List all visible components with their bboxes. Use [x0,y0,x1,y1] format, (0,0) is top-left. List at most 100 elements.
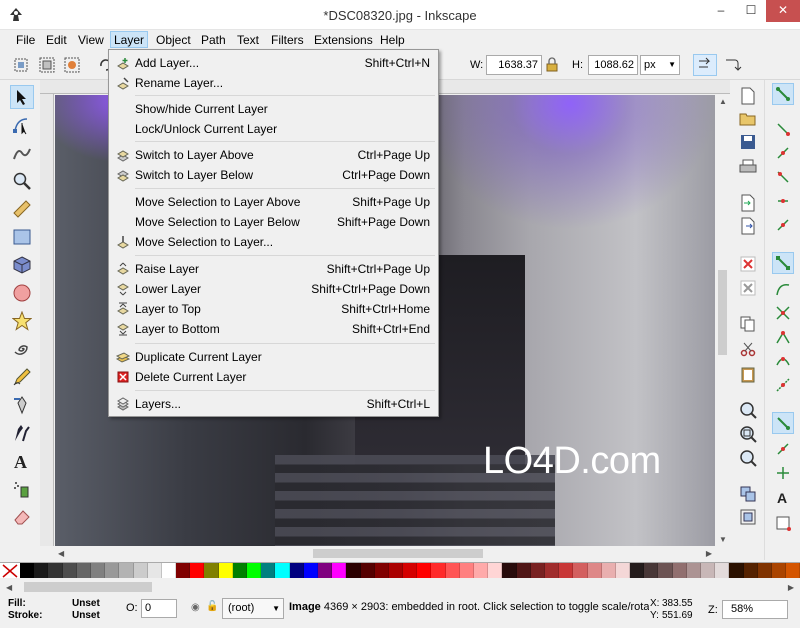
width-input[interactable]: 1638.37 [486,55,542,75]
redo-button[interactable] [739,279,757,297]
color-swatch[interactable] [147,563,162,579]
menu-item-layer-to-bottom[interactable]: Layer to Bottom Shift+Ctrl+End [111,319,436,339]
stroke-value[interactable]: Unset [72,610,100,621]
menu-item-delete-current-layer[interactable]: Delete Current Layer [111,367,436,387]
scale-stroke-toggle[interactable] [693,54,717,76]
minimize-button[interactable]: – [706,0,736,22]
star-tool[interactable] [10,309,34,333]
color-swatch[interactable] [317,563,333,579]
color-swatch[interactable] [559,563,574,579]
vertical-ruler[interactable] [40,94,54,546]
color-swatch[interactable] [445,563,460,579]
invert-selection-icon[interactable] [63,56,81,74]
scroll-left-arrow-icon[interactable]: ◀ [58,549,64,558]
color-swatch[interactable] [715,563,730,579]
menu-item-duplicate-current-layer[interactable]: Duplicate Current Layer [111,347,436,367]
menu-item-add-layer[interactable]: Add Layer... Shift+Ctrl+N [111,53,436,73]
menu-item-move-selection-to-layer[interactable]: Move Selection to Layer... [111,232,436,252]
color-swatch[interactable] [247,563,262,579]
scroll-up-arrow-icon[interactable]: ▲ [719,97,727,106]
color-swatch[interactable] [275,563,290,579]
menu-filters[interactable]: Filters [268,32,307,49]
color-swatch[interactable] [672,563,687,579]
color-swatch[interactable] [757,563,772,579]
color-swatch[interactable] [388,563,404,579]
snap-bbox-corner-toggle[interactable] [772,166,794,188]
spray-tool[interactable] [10,477,34,501]
select-all-icon[interactable] [12,56,30,74]
new-document-button[interactable] [739,87,757,105]
color-swatch[interactable] [204,563,219,579]
menu-item-raise-layer[interactable]: Raise Layer Shift+Ctrl+Page Up [111,259,436,279]
color-swatch[interactable] [105,563,120,579]
menu-file[interactable]: File [13,32,38,49]
group-button[interactable] [739,508,757,526]
menu-item-lock-unlock-current-layer[interactable]: Lock/Unlock Current Layer [111,119,436,139]
color-swatch[interactable] [218,563,233,579]
color-swatch[interactable] [701,563,716,579]
text-tool[interactable]: A [10,449,34,473]
vertical-scroll-thumb[interactable] [718,270,727,355]
menu-item-show-hide-current-layer[interactable]: Show/hide Current Layer [111,99,436,119]
palette-scroll-left-icon[interactable]: ◀ [6,583,12,592]
ellipse-tool[interactable] [10,281,34,305]
color-swatch[interactable] [289,563,304,579]
color-swatch[interactable] [261,563,276,579]
menu-item-switch-to-layer-below[interactable]: Switch to Layer Below Ctrl+Page Down [111,165,436,185]
zoom-selection-button[interactable] [739,401,757,419]
horizontal-scroll-thumb[interactable] [313,549,483,558]
scale-corners-toggle[interactable] [720,54,744,76]
selector-tool[interactable] [10,85,34,109]
snap-smooth-nodes-toggle[interactable] [772,350,794,372]
menu-object[interactable]: Object [153,32,194,49]
color-swatch[interactable] [303,563,318,579]
color-swatch[interactable] [176,563,191,579]
snap-intersections-toggle[interactable] [772,302,794,324]
color-swatch[interactable] [48,563,63,579]
select-all-layers-icon[interactable] [38,56,56,74]
color-swatch[interactable] [771,563,787,579]
color-swatch[interactable] [530,563,545,579]
snap-bbox-midpoint-toggle[interactable] [772,190,794,212]
paste-button[interactable] [739,365,757,383]
tweak-tool[interactable] [10,141,34,165]
export-button[interactable] [739,217,757,235]
menu-item-layers[interactable]: Layers... Shift+Ctrl+L [111,394,436,414]
color-swatch[interactable] [232,563,247,579]
rectangle-tool[interactable] [10,225,34,249]
open-button[interactable] [739,110,757,128]
opacity-input[interactable]: 0 [141,599,177,618]
snap-line-midpoints-toggle[interactable] [772,374,794,396]
color-swatch[interactable] [743,563,758,579]
node-tool[interactable] [10,113,34,137]
menu-item-layer-to-top[interactable]: Layer to Top Shift+Ctrl+Home [111,299,436,319]
unit-select[interactable]: px ▼ [640,55,680,75]
menu-item-move-selection-to-layer-above[interactable]: Move Selection to Layer Above Shift+Page … [111,192,436,212]
snap-cusp-nodes-toggle[interactable] [772,326,794,348]
print-button[interactable] [739,158,757,176]
color-swatch[interactable] [459,563,474,579]
scroll-right-arrow-icon[interactable]: ▶ [706,549,712,558]
current-layer-select[interactable]: (root) ▼ [222,598,284,619]
palette-scroll-thumb[interactable] [24,582,152,592]
fill-value[interactable]: Unset [72,598,100,609]
scroll-down-arrow-icon[interactable]: ▼ [719,535,727,544]
color-swatch[interactable] [20,563,35,579]
duplicate-button[interactable] [739,485,757,503]
color-swatch[interactable] [62,563,77,579]
color-swatch[interactable] [502,563,517,579]
color-swatch[interactable] [630,563,645,579]
color-swatch[interactable] [587,563,602,579]
calligraphy-tool[interactable] [10,421,34,445]
no-paint-swatch[interactable] [0,563,20,578]
measure-tool[interactable] [10,197,34,221]
snap-text-baseline-toggle[interactable]: A [772,486,794,508]
snap-bbox-toggle[interactable] [772,118,794,140]
color-swatch[interactable] [119,563,134,579]
zoom-tool[interactable] [10,169,34,193]
close-button[interactable]: ✕ [766,0,800,22]
snap-bbox-edge-toggle[interactable] [772,142,794,164]
menu-path[interactable]: Path [198,32,229,49]
pen-tool[interactable] [10,393,34,417]
pencil-tool[interactable] [10,365,34,389]
